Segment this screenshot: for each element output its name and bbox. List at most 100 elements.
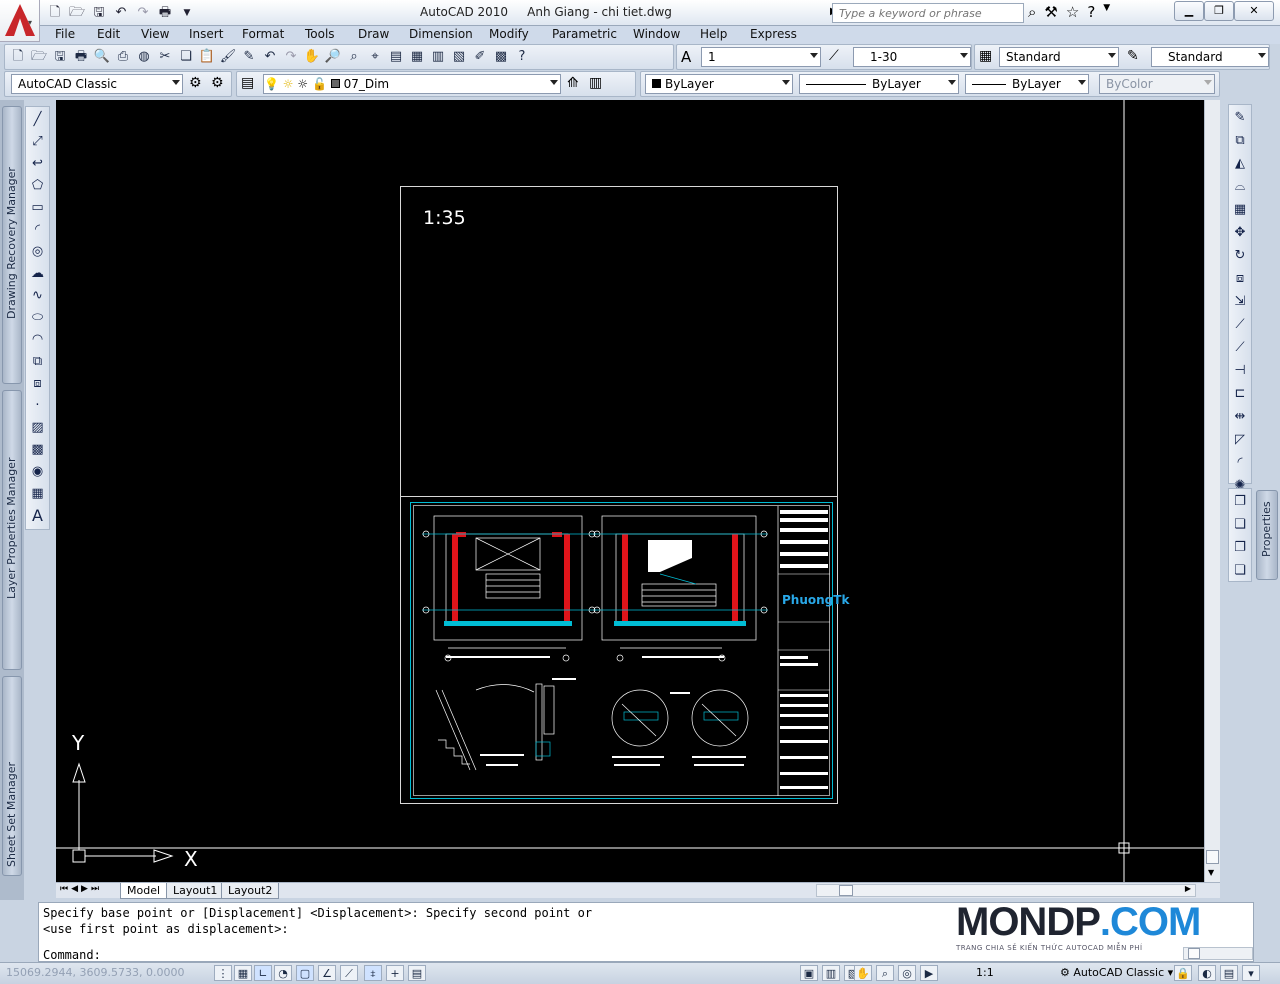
menu-insert[interactable]: Insert — [189, 27, 223, 43]
object-snap-icon[interactable]: ▢ — [296, 965, 314, 981]
menu-edit[interactable]: Edit — [97, 27, 120, 43]
favorites-icon[interactable]: ☆ — [1066, 3, 1079, 21]
undo-tool-icon[interactable]: ↶ — [261, 48, 279, 66]
pan-icon[interactable]: ✋ — [303, 48, 321, 66]
dim-style-combo[interactable]: 1-30 — [853, 47, 971, 67]
rotate-icon[interactable]: ↻ — [1231, 247, 1249, 265]
make-current-icon[interactable]: ⟰ — [567, 75, 579, 91]
plot-icon[interactable]: 🖶 — [156, 4, 174, 22]
hatch-icon[interactable]: ▨ — [29, 419, 47, 437]
extend-icon[interactable]: ⟋ — [1231, 339, 1249, 357]
match-properties-icon[interactable]: 🖌 — [219, 48, 237, 66]
close-button[interactable]: ✕ — [1234, 1, 1274, 21]
table-style-combo[interactable]: Standard — [999, 47, 1119, 67]
revcloud-icon[interactable]: ☁ — [29, 265, 47, 283]
sheet-set-icon[interactable]: ▧ — [450, 48, 468, 66]
menu-format[interactable]: Format — [242, 27, 284, 43]
chamfer-icon[interactable]: ◸ — [1231, 431, 1249, 449]
polyline-icon[interactable]: ↩ — [29, 155, 47, 173]
stretch-icon[interactable]: ⇲ — [1231, 293, 1249, 311]
point-icon[interactable]: · — [29, 397, 47, 415]
redo-tool-icon[interactable]: ↷ — [282, 48, 300, 66]
copy-icon[interactable]: ❏ — [177, 48, 195, 66]
save-file-icon[interactable]: 🖫 — [51, 48, 69, 66]
tab-layout1[interactable]: Layout1 — [166, 883, 225, 899]
drawing-canvas[interactable]: 1:35 PhuongTk Y X — [56, 100, 1204, 882]
text-style-combo[interactable]: 1 — [701, 47, 821, 67]
construction-line-icon[interactable]: ⤢ — [29, 133, 47, 151]
minimize-button[interactable]: ▁ — [1174, 1, 1204, 21]
command-hscroll-thumb[interactable] — [1188, 948, 1200, 959]
help-dropdown-icon[interactable]: ▼ — [1103, 3, 1110, 21]
vscroll-thumb[interactable] — [1206, 850, 1219, 864]
polygon-icon[interactable]: ⬠ — [29, 177, 47, 195]
ellipse-arc-icon[interactable]: ◠ — [29, 331, 47, 349]
dynamic-ucs-icon[interactable]: ⟋ — [340, 965, 358, 981]
scroll-down-icon[interactable]: ▼ — [1208, 868, 1214, 877]
array-icon[interactable]: ▦ — [1231, 201, 1249, 219]
linetype-combo[interactable]: ByLayer — [799, 74, 959, 94]
markup-icon[interactable]: ✐ — [471, 48, 489, 66]
cut-icon[interactable]: ✂ — [156, 48, 174, 66]
binoculars-icon[interactable]: ⌕ — [1028, 3, 1036, 21]
publish-icon[interactable]: ⎙ — [114, 48, 132, 66]
layer-combo[interactable]: 💡 ☼ ☼ 🔓 07_Dim — [263, 74, 561, 94]
trim-icon[interactable]: ⟋ — [1231, 316, 1249, 334]
workspace-combo[interactable]: AutoCAD Classic — [11, 74, 183, 94]
move-icon[interactable]: ✥ — [1231, 224, 1249, 242]
menu-dimension[interactable]: Dimension — [409, 27, 473, 43]
redo-icon[interactable]: ↷ — [134, 4, 152, 22]
ellipse-icon[interactable]: ⬭ — [29, 309, 47, 327]
scale-icon[interactable]: ⧈ — [1231, 270, 1249, 288]
layer-properties-manager-tab[interactable]: Layer Properties Manager — [2, 390, 22, 670]
qnew-icon[interactable]: 🗋 — [9, 48, 27, 66]
quick-view-layouts-icon[interactable]: ▥ — [822, 965, 840, 981]
annotation-scale[interactable]: 1:1 — [976, 966, 994, 979]
break-at-point-icon[interactable]: ⊣ — [1231, 362, 1249, 380]
pan-status-icon[interactable]: ✋ — [854, 965, 872, 981]
polar-tracking-icon[interactable]: ◔ — [274, 965, 292, 981]
isolate-objects-icon[interactable]: ◐ — [1198, 965, 1216, 981]
bring-above-icon[interactable]: ❐ — [1231, 539, 1249, 557]
erase-icon[interactable]: ✎ — [1231, 109, 1249, 127]
paste-icon[interactable]: 📋 — [198, 48, 216, 66]
open-file-icon[interactable]: 🗁 — [30, 48, 48, 66]
plotstyle-combo[interactable]: ByColor — [1099, 74, 1215, 94]
circle-icon[interactable]: ◎ — [29, 243, 47, 261]
application-menu-button[interactable]: ▾ — [0, 0, 40, 42]
send-to-back-icon[interactable]: ❏ — [1231, 516, 1249, 534]
qat-dropdown-icon[interactable]: ▼ — [178, 4, 196, 22]
clean-screen-icon[interactable]: ▾ — [1242, 965, 1260, 981]
plot-preview-icon[interactable]: 🔍 — [93, 48, 111, 66]
mleader-style-combo[interactable]: Standard — [1151, 47, 1269, 67]
tool-palettes-icon[interactable]: ▥ — [429, 48, 447, 66]
menu-help[interactable]: Help — [700, 27, 727, 43]
color-combo[interactable]: ByLayer — [645, 74, 793, 94]
menu-draw[interactable]: Draw — [358, 27, 389, 43]
block-editor-icon[interactable]: ✎ — [240, 48, 258, 66]
restore-button[interactable]: ❐ — [1204, 1, 1234, 21]
join-icon[interactable]: ⇹ — [1231, 408, 1249, 426]
zoom-status-icon[interactable]: ⌕ — [876, 965, 894, 981]
zoom-previous-icon[interactable]: ⌖ — [366, 48, 384, 66]
hardware-accel-icon[interactable]: ▤ — [1220, 965, 1238, 981]
drawing-recovery-manager-tab[interactable]: Drawing Recovery Manager — [2, 106, 22, 384]
tab-nav-icons[interactable]: ⏮◀▶⏭ — [60, 884, 102, 894]
search-input[interactable] — [832, 3, 1024, 23]
horizontal-scrollbar[interactable]: ▶ — [816, 884, 1196, 897]
mirror-icon[interactable]: ◭ — [1231, 155, 1249, 173]
menu-parametric[interactable]: Parametric — [552, 27, 617, 43]
arc-icon[interactable]: ◜ — [29, 221, 47, 239]
tab-model[interactable]: Model — [120, 883, 168, 899]
table-icon[interactable]: ▦ — [29, 485, 47, 503]
bring-to-front-icon[interactable]: ❐ — [1231, 493, 1249, 511]
quickcalc-icon[interactable]: ▩ — [492, 48, 510, 66]
print-icon[interactable]: 🖶 — [72, 48, 90, 66]
open-icon[interactable]: 🗁 — [68, 4, 86, 22]
coordinates-readout[interactable]: 15069.2944, 3609.5733, 0.0000 — [6, 966, 184, 979]
region-icon[interactable]: ◉ — [29, 463, 47, 481]
mtext-icon[interactable]: A — [29, 507, 47, 525]
snap-mode-icon[interactable]: ⋮ — [214, 965, 232, 981]
menu-view[interactable]: View — [141, 27, 169, 43]
lineweight-icon[interactable]: + — [386, 965, 404, 981]
